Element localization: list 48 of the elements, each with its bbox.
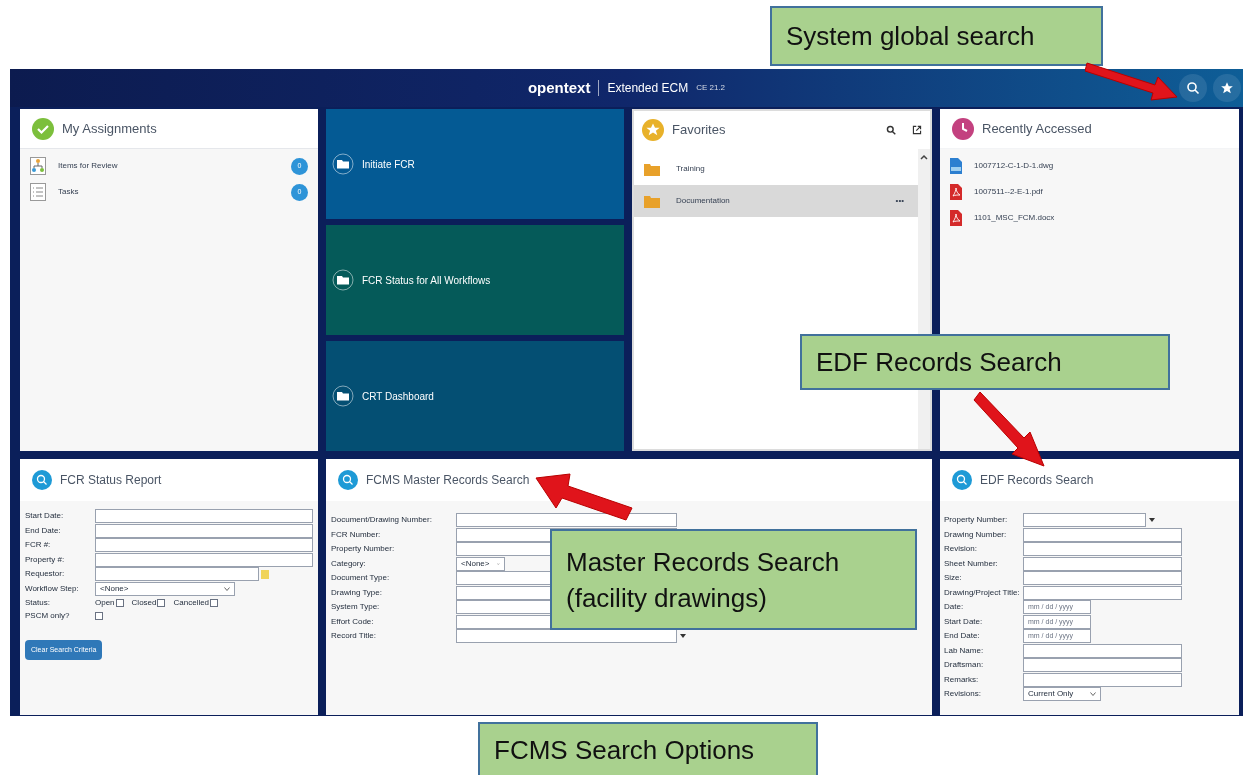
- logo-text: opentext: [527, 77, 591, 98]
- card-title: FCR Status Report: [60, 472, 162, 489]
- field-label: Sheet Number:: [944, 557, 999, 570]
- field-label: Start Date:: [25, 510, 65, 523]
- callout-tooltip: FCMS Search Options: [478, 722, 818, 775]
- field-label: Drawing Type:: [331, 586, 383, 599]
- callout-tooltip: Master Records Search (facility drawings): [550, 529, 917, 630]
- field-label: Document Type:: [331, 572, 391, 585]
- field-label: Effort Code:: [331, 615, 375, 628]
- field-label: Record Title:: [331, 630, 377, 643]
- card-title: FCMS Master Records Search: [366, 472, 530, 489]
- item-label: Items for Review: [58, 160, 119, 172]
- field-label: Draftsman:: [944, 659, 985, 672]
- field-label: Remarks:: [944, 673, 980, 686]
- option-label: Closed: [131, 596, 157, 609]
- field-label: Size:: [944, 572, 963, 585]
- field-label: Start Date:: [944, 615, 984, 628]
- option-label: Cancelled: [173, 596, 210, 609]
- card-title: EDF Records Search: [980, 472, 1094, 489]
- field-label: Revision:: [944, 543, 978, 556]
- field-label: Date:: [944, 601, 965, 614]
- field-label: Property Number:: [944, 514, 1009, 527]
- card-title: Favorites: [672, 121, 727, 140]
- field-label: Revisions:: [944, 688, 982, 701]
- field-label: Property Number:: [331, 543, 396, 556]
- field-label: Status:: [25, 596, 51, 609]
- option-label: Open: [95, 596, 115, 609]
- field-label: FCR #:: [25, 539, 52, 552]
- field-label: Category:: [331, 557, 367, 570]
- card-title: My Assignments: [62, 119, 157, 138]
- card-title: Recently Accessed: [982, 119, 1092, 138]
- field-label: Workflow Step:: [25, 582, 80, 595]
- field-label: Document/Drawing Number:: [331, 514, 433, 527]
- field-label: Requestor:: [25, 568, 66, 581]
- field-label: FCR Number:: [331, 528, 382, 541]
- product-name: Extended ECM: [607, 80, 689, 97]
- field-label: PSCM only?: [25, 609, 71, 622]
- field-label: End Date:: [25, 524, 62, 537]
- field-label: Property #:: [25, 553, 66, 566]
- field-label: End Date:: [944, 630, 981, 643]
- field-label: Lab Name:: [944, 644, 985, 657]
- field-label: Drawing/Project Title:: [944, 586, 1021, 599]
- item-label: Tasks: [58, 186, 80, 198]
- field-label: Drawing Number:: [944, 528, 1008, 541]
- callout-tooltip: EDF Records Search: [800, 334, 1170, 390]
- callout-tooltip: System global search: [770, 6, 1103, 66]
- version-text: CE 21.2: [696, 82, 726, 94]
- field-label: System Type:: [331, 601, 381, 614]
